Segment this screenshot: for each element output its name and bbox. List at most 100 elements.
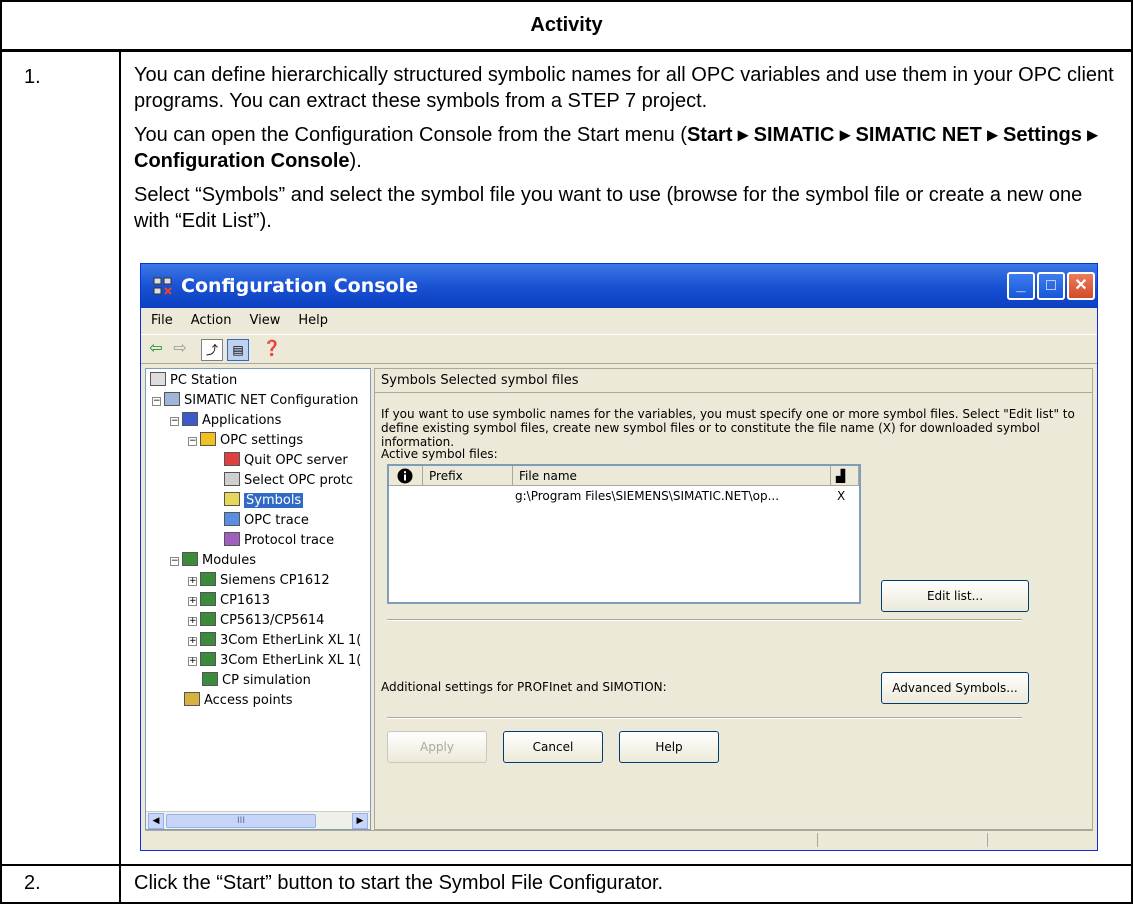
step-number: 2.	[2, 866, 121, 902]
maximize-button[interactable]: □	[1037, 272, 1065, 300]
download-column-icon[interactable]: ▟	[831, 466, 859, 486]
module-icon	[200, 612, 216, 626]
collapse-icon[interactable]: −	[170, 557, 179, 566]
step-number: 1.	[2, 52, 121, 864]
app-icon	[153, 277, 172, 295]
symbols-icon	[224, 492, 240, 506]
tree-item[interactable]: − OPC settings	[188, 431, 303, 451]
menu-file[interactable]: File	[141, 308, 181, 328]
tree-item-label: CP5613/CP5614	[220, 613, 325, 628]
tree-item-label: 3Com EtherLink XL 1(	[220, 653, 362, 668]
active-symbol-files-label: Active symbol files:	[381, 447, 498, 461]
info-icon	[397, 468, 413, 484]
expand-icon[interactable]: +	[188, 597, 197, 606]
help-button[interactable]: Help	[619, 731, 719, 763]
back-arrow-icon[interactable]: ⇦	[147, 339, 165, 361]
module-icon	[202, 672, 218, 686]
up-folder-icon[interactable]: ⤴	[201, 339, 223, 361]
collapse-icon[interactable]: −	[152, 397, 161, 406]
tree-item-label: SIMATIC NET Configuration	[184, 393, 359, 408]
show-tree-icon[interactable]: ▤	[227, 339, 249, 361]
tree-item-symbols[interactable]: Symbols	[224, 491, 304, 511]
status-divider	[817, 833, 818, 847]
tree-item[interactable]: Select OPC protc	[224, 471, 353, 491]
step-paragraph: You can open the Configuration Console f…	[134, 122, 1121, 174]
status-divider	[987, 833, 988, 847]
step-content: You can define hierarchically structured…	[121, 52, 1131, 242]
step-content: Click the “Start” button to start the Sy…	[134, 872, 664, 894]
scroll-right-icon[interactable]: ▶	[352, 813, 368, 829]
step-paragraph: Select “Symbols” and select the symbol f…	[134, 184, 1083, 232]
tree-item[interactable]: Protocol trace	[224, 531, 334, 551]
help-icon[interactable]: ❓	[261, 339, 283, 361]
quit-server-icon	[224, 452, 240, 466]
collapse-icon[interactable]: −	[188, 437, 197, 446]
table-header: Activity	[0, 0, 1133, 52]
text-span: ).	[349, 150, 362, 172]
close-button[interactable]: ✕	[1067, 272, 1095, 300]
expand-icon[interactable]: +	[188, 577, 197, 586]
tree-item[interactable]: CP simulation	[202, 671, 311, 691]
panel-header: Symbols Selected symbol files	[375, 369, 1092, 393]
menu-view[interactable]: View	[239, 308, 288, 328]
tree-item[interactable]: + CP5613/CP5614	[188, 611, 324, 631]
document: Activity 1. You can define hierarchicall…	[0, 0, 1133, 904]
panel-description: If you want to use symbolic names for th…	[381, 407, 1075, 449]
expand-icon[interactable]: +	[188, 617, 197, 626]
tree-item-label: 3Com EtherLink XL 1(	[220, 633, 362, 648]
download-flag-cell[interactable]: X	[837, 488, 845, 504]
expand-icon[interactable]: +	[188, 657, 197, 666]
access-points-icon	[184, 692, 200, 706]
tree-item-label: CP simulation	[222, 673, 311, 688]
menu-bar: File Action View Help	[141, 308, 1097, 334]
tree-item[interactable]: Access points	[184, 691, 293, 711]
prefix-column-header[interactable]: Prefix	[423, 466, 513, 486]
scroll-left-icon[interactable]: ◀	[148, 813, 164, 829]
symbol-files-list[interactable]: Prefix File name ▟ g:\Program Files\SIEM…	[387, 464, 861, 604]
scroll-thumb[interactable]: III	[166, 814, 316, 828]
trace-icon	[224, 512, 240, 526]
file-name-cell[interactable]: g:\Program Files\SIEMENS\SIMATIC.NET\op.…	[515, 488, 779, 504]
tree-item-label: OPC trace	[244, 513, 309, 528]
filename-column-header[interactable]: File name	[513, 466, 831, 486]
network-icon	[164, 392, 180, 406]
tree-item[interactable]: − SIMATIC NET Configuration	[152, 391, 358, 411]
module-icon	[200, 652, 216, 666]
tree-item[interactable]: Quit OPC server	[224, 451, 348, 471]
tree-item[interactable]: PC Station	[150, 371, 237, 391]
step-row-2: 2. Click the “Start” button to start the…	[0, 866, 1133, 904]
horizontal-scrollbar[interactable]: ◀ III ▶	[146, 811, 370, 829]
tree-item[interactable]: +3Com EtherLink XL 1(	[188, 651, 361, 671]
tree-item[interactable]: − Applications	[170, 411, 281, 431]
tree-item[interactable]: + Siemens CP1612	[188, 571, 330, 591]
step-paragraph: You can define hierarchically structured…	[134, 64, 1114, 112]
tree-item-label: Select OPC protc	[244, 473, 354, 488]
title-bar: Configuration Console _ □ ✕	[141, 264, 1097, 308]
tree-item[interactable]: +3Com EtherLink XL 1(	[188, 631, 361, 651]
protocol-icon	[224, 472, 240, 486]
edit-list-button[interactable]: Edit list...	[881, 580, 1029, 612]
module-icon	[182, 552, 198, 566]
folder-icon	[150, 372, 166, 386]
tree-item-label: Protocol trace	[244, 533, 335, 548]
collapse-icon[interactable]: −	[170, 417, 179, 426]
module-icon	[200, 572, 216, 586]
tree-item[interactable]: + CP1613	[188, 591, 270, 611]
menu-action[interactable]: Action	[181, 308, 240, 328]
minimize-button[interactable]: _	[1007, 272, 1035, 300]
tree-item-label: Modules	[202, 553, 257, 568]
configuration-console-window: Configuration Console _ □ ✕ File Action Vi…	[140, 263, 1098, 851]
tree-item-label: OPC settings	[220, 433, 304, 448]
cancel-button[interactable]: Cancel	[503, 731, 603, 763]
apply-button[interactable]: Apply	[387, 731, 487, 763]
module-icon	[200, 632, 216, 646]
tree-item-label: PC Station	[170, 373, 238, 388]
expand-icon[interactable]: +	[188, 637, 197, 646]
advanced-symbols-button[interactable]: Advanced Symbols...	[881, 672, 1029, 704]
menu-help[interactable]: Help	[288, 308, 336, 328]
tree-item[interactable]: − Modules	[170, 551, 256, 571]
info-column-header[interactable]	[389, 466, 423, 486]
applications-icon	[182, 412, 198, 426]
forward-arrow-icon[interactable]: ⇨	[171, 339, 189, 361]
tree-item[interactable]: OPC trace	[224, 511, 309, 531]
